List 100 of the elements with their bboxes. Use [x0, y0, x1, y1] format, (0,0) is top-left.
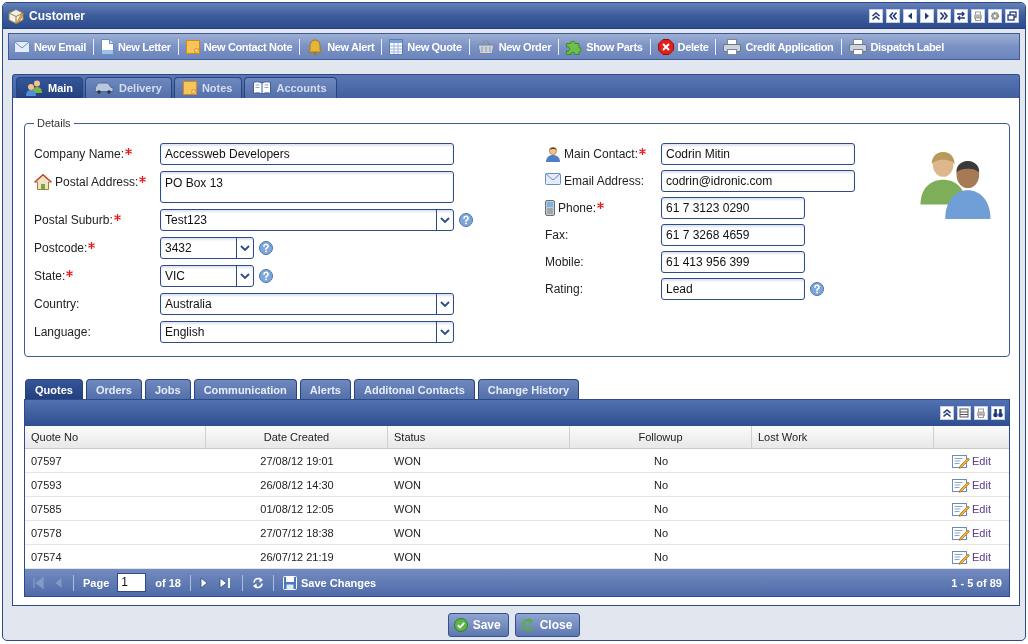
table-cell: No [653, 453, 669, 468]
table-cell: 27/08/12 19:01 [260, 453, 334, 468]
tab[interactable]: Quotes [25, 379, 83, 399]
house-icon [34, 174, 52, 190]
field-label: Phone: [558, 201, 597, 215]
caret-icon[interactable] [440, 301, 450, 307]
field-label: Postal Suburb: [34, 213, 113, 227]
tab[interactable]: Orders [85, 379, 142, 399]
table-cell: 26/07/12 21:19 [260, 549, 334, 564]
refresh-icon[interactable] [252, 575, 264, 590]
people-icon [25, 80, 43, 96]
text-area[interactable]: PO Box 13 [160, 171, 454, 203]
edit-link[interactable]: Edit [972, 549, 991, 564]
select-field[interactable]: 3432 [160, 237, 254, 259]
record-range: 1 - 5 of 89 [951, 576, 1002, 589]
column-header[interactable]: Quote No [25, 426, 206, 448]
settings-icon[interactable] [988, 8, 1002, 23]
triangle-right-icon[interactable] [920, 8, 934, 23]
edit-icon[interactable] [952, 548, 970, 565]
form-icon[interactable] [957, 406, 971, 420]
triangle-left-icon[interactable] [903, 8, 917, 23]
double-chevron-up-icon[interactable] [869, 8, 883, 23]
circular-arrow-icon [520, 618, 535, 632]
select-field[interactable]: Test123 [160, 209, 454, 231]
text-field[interactable]: 61 7 3268 4659 [661, 224, 805, 246]
help-icon[interactable] [259, 269, 273, 283]
page-field[interactable]: 1 [117, 573, 147, 592]
mobile-phone-icon [545, 200, 555, 216]
note-icon [182, 81, 197, 95]
envelope-icon [14, 40, 30, 53]
column-header[interactable]: Followup [570, 426, 752, 448]
caret-icon[interactable] [440, 217, 450, 223]
text-field[interactable]: codrin@idronic.com [661, 170, 855, 192]
next-page-icon[interactable] [200, 576, 208, 589]
double-chevron-right-icon[interactable] [937, 8, 951, 23]
help-icon[interactable] [810, 282, 824, 296]
printer-icon[interactable] [971, 8, 985, 23]
binoculars-icon[interactable] [991, 406, 1005, 420]
help-icon[interactable] [259, 241, 273, 255]
restore-window-icon[interactable] [1005, 8, 1019, 23]
text-field[interactable]: Lead [661, 278, 805, 300]
tab[interactable]: Main [16, 77, 84, 98]
text-field[interactable]: Codrin Mitin [661, 143, 855, 165]
double-chevron-up-icon[interactable] [940, 406, 954, 420]
tab[interactable]: Additonal Contacts [354, 379, 475, 399]
caret-icon[interactable] [240, 273, 250, 279]
table-cell-text: 07593 [30, 477, 62, 492]
help-icon[interactable] [459, 213, 473, 227]
field-label: State: [34, 269, 66, 283]
envelope-icon [545, 173, 561, 185]
tab[interactable]: Change History [477, 379, 580, 399]
table-cell-text: WON [393, 501, 421, 516]
caret-icon[interactable] [440, 329, 450, 335]
edit-icon[interactable] [952, 452, 970, 469]
table-cell: No [653, 549, 669, 564]
edit-icon[interactable] [952, 500, 970, 517]
table-cell-text: WON [393, 453, 421, 468]
tab[interactable]: Jobs [145, 379, 191, 399]
edit-icon[interactable] [952, 524, 970, 541]
select-field[interactable]: Australia [160, 293, 454, 315]
field-label: Postcode: [34, 241, 88, 255]
text-field[interactable]: Accessweb Developers [160, 143, 454, 165]
table-cell: No [653, 501, 669, 516]
edit-icon[interactable] [952, 476, 970, 493]
note-icon [185, 39, 200, 54]
table-cell: 01/08/12 12:05 [260, 501, 334, 516]
swap-arrows-icon[interactable] [954, 8, 968, 23]
delete-icon [657, 38, 674, 55]
table-cell-text: 07574 [30, 549, 62, 564]
box-pencil-icon [8, 7, 24, 24]
edit-link[interactable]: Edit [972, 501, 991, 516]
book-icon [253, 81, 272, 95]
text-field[interactable]: 61 413 956 399 [661, 251, 805, 273]
check-icon [453, 618, 468, 632]
edit-link[interactable]: Edit [972, 525, 991, 540]
select-field[interactable]: English [160, 321, 454, 343]
printer-icon [723, 38, 742, 55]
select-field[interactable]: VIC [160, 265, 254, 287]
printer-icon [848, 38, 867, 55]
field-label: Country: [34, 297, 80, 311]
column-header[interactable]: Status [388, 426, 570, 448]
column-header[interactable]: Lost Work [752, 426, 934, 448]
caret-icon[interactable] [240, 245, 250, 251]
field-label: Postal Address: [55, 175, 139, 189]
table-cell: 27/07/12 18:38 [260, 525, 334, 540]
edit-link[interactable]: Edit [972, 477, 991, 492]
last-page-icon[interactable] [219, 576, 231, 589]
column-header[interactable]: Date Created [206, 426, 388, 448]
field-label: Email Address: [564, 174, 645, 188]
page-label: Page [83, 576, 110, 589]
edit-link[interactable]: Edit [972, 453, 991, 468]
document-icon [100, 38, 114, 55]
car-icon [94, 82, 115, 94]
double-chevron-left-icon[interactable] [886, 8, 900, 23]
tab[interactable]: Communication [193, 379, 297, 399]
tab[interactable]: Alerts [299, 379, 351, 399]
text-field[interactable]: 61 7 3123 0290 [661, 197, 805, 219]
save-changes-button[interactable]: Save Changes [283, 575, 377, 590]
puzzle-icon [566, 38, 583, 55]
basket-icon [476, 39, 495, 54]
